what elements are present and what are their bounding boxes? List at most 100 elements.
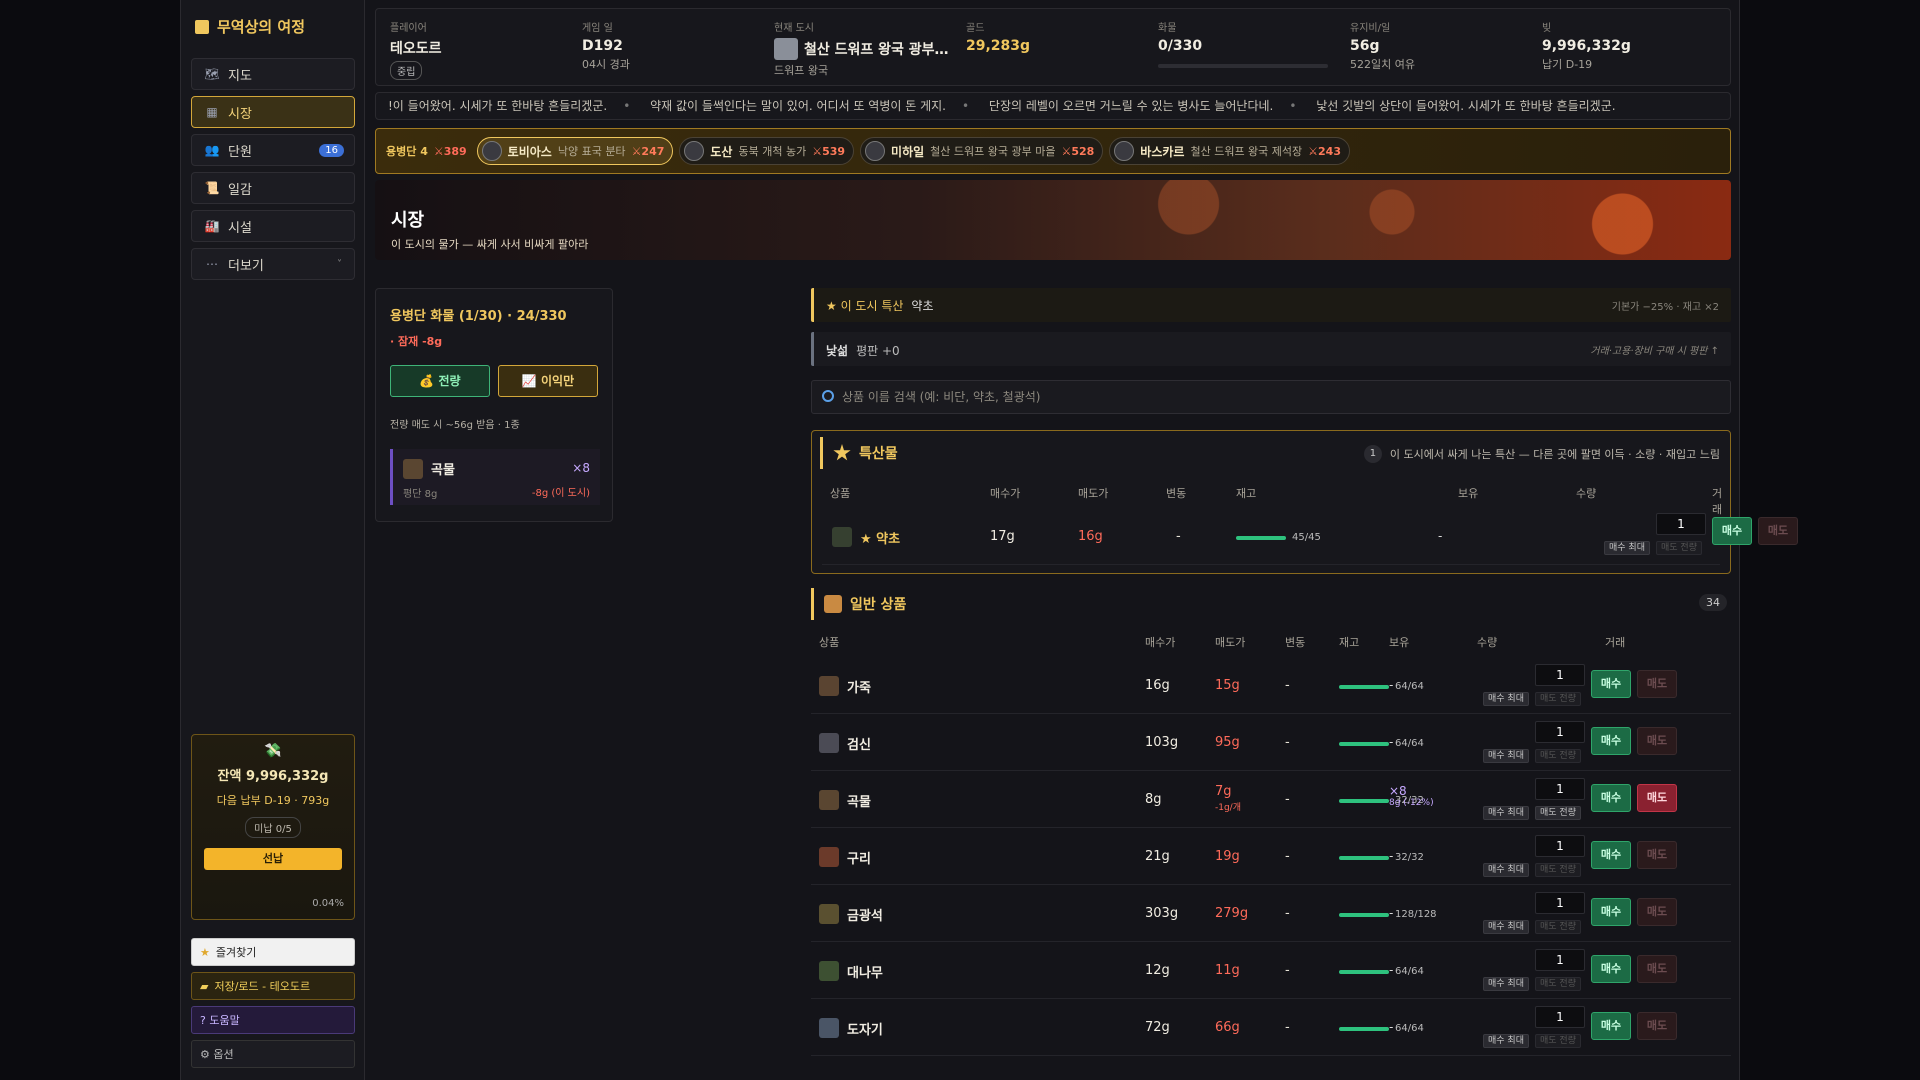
sell-button[interactable]: 매도 [1637, 727, 1677, 755]
quantity-input[interactable]: 1 [1535, 949, 1585, 971]
general-section-title: 일반 상품 [811, 588, 906, 620]
debt-balance: 잔액 9,996,332g [217, 769, 329, 784]
buy-button[interactable]: 매수 [1591, 727, 1631, 755]
quantity-input[interactable]: 1 [1535, 721, 1585, 743]
quantity-input[interactable]: 1 [1535, 835, 1585, 857]
quantity-input[interactable]: 1 [1656, 513, 1706, 535]
repaid-percent: 0.04% [312, 898, 344, 909]
mercenary-chip[interactable]: 미하일 철산 드워프 왕국 광부 마을 ⚔528 [860, 137, 1104, 165]
sell-all-button[interactable]: 매도 전량 [1535, 863, 1581, 877]
castle-icon [195, 19, 209, 34]
cargo-item-avg: 평단 8g [403, 489, 438, 500]
sell-all-button[interactable]: 매도 전량 [1535, 806, 1581, 820]
sidebar-item-more[interactable]: ⋯ 더보기 ˅ [191, 248, 355, 280]
sidebar-item-jobs[interactable]: 📜 일감 [191, 172, 355, 204]
buy-button[interactable]: 매수 [1591, 784, 1631, 812]
holding: - [1389, 678, 1394, 692]
col-change: 변동 [1285, 636, 1306, 649]
sell-button[interactable]: 매도 [1637, 841, 1677, 869]
debt-label: 빚 [1542, 23, 1552, 34]
sell-all-button[interactable]: 매도 전량 [1535, 977, 1581, 991]
options-button[interactable]: ⚙ 옵션 [191, 1040, 355, 1068]
stock-value: 64/64 [1395, 966, 1424, 977]
sell-button[interactable]: 매도 [1758, 517, 1798, 545]
specialty-item: 약초 [911, 299, 934, 313]
buy-max-button[interactable]: 매수 최대 [1483, 863, 1529, 877]
sidebar-item-crew[interactable]: 👥 단원 16 [191, 134, 355, 166]
sidebar-item-map[interactable]: 🗺 지도 [191, 58, 355, 90]
buy-button[interactable]: 매수 [1712, 517, 1752, 545]
buy-max-button[interactable]: 매수 최대 [1483, 977, 1529, 991]
ticker-message: 낯선 깃발의 상단이 들어왔어. 시세가 또 한바탕 흔들리겠군. [1316, 99, 1616, 113]
buy-button[interactable]: 매수 [1591, 841, 1631, 869]
mercenary-power: ⚔389 [433, 145, 467, 158]
portrait-icon [481, 141, 502, 161]
potential-loss: · 잠재 -8g [390, 335, 443, 348]
help-button[interactable]: ? 도움말 [191, 1006, 355, 1034]
buy-button[interactable]: 매수 [1591, 955, 1631, 983]
ticker-message: !이 들어왔어. 시세가 또 한바탕 흔들리겠군. [388, 99, 608, 113]
general-count: 34 [1699, 594, 1727, 611]
buy-max-button[interactable]: 매수 최대 [1483, 749, 1529, 763]
sell-all-button[interactable]: 매도 전량 [1535, 1034, 1581, 1048]
buy-button[interactable]: 매수 [1591, 1012, 1631, 1040]
buy-max-button[interactable]: 매수 최대 [1483, 692, 1529, 706]
table-row: 금광석 303g 279g - 128/128 - 1 매수 최대 매도 전량 … [811, 886, 1731, 942]
save-load-button[interactable]: ▰ 저장/로드 - 테오도르 [191, 972, 355, 1000]
gold-stat: 골드 29,283g [966, 19, 1030, 54]
cargo-item[interactable]: 곡물 ×8 평단 8g -8g (이 도시) [390, 449, 600, 505]
gold-ore-icon [819, 904, 839, 924]
stock-bar [1339, 684, 1389, 689]
mercenary-chip[interactable]: 바스카르 철산 드워프 왕국 제석장 ⚔243 [1109, 137, 1350, 165]
mercenary-chip[interactable]: 토비아스 낙양 표국 분타 ⚔247 [476, 137, 674, 165]
col-hold: 보유 [1389, 636, 1410, 649]
stock-indicator: 64/64 [1339, 1023, 1424, 1034]
table-row: 도자기 72g 66g - 64/64 - 1 매수 최대 매도 전량 매수 매도 [811, 1000, 1731, 1056]
buy-button[interactable]: 매수 [1591, 670, 1631, 698]
table-row: 구리 21g 19g - 32/32 - 1 매수 최대 매도 전량 매수 매도 [811, 829, 1731, 885]
day-label: 게임 일 [582, 23, 613, 34]
sidebar-item-market[interactable]: ▦ 시장 [191, 96, 355, 128]
sell-button[interactable]: 매도 [1637, 955, 1677, 983]
quantity-input[interactable]: 1 [1535, 1006, 1585, 1028]
bag-icon: 💰 [419, 374, 439, 388]
sell-button[interactable]: 매도 [1637, 670, 1677, 698]
sell-all-button[interactable]: 매도 전량 [1656, 541, 1702, 555]
sell-all-button[interactable]: 매도 전량 [1535, 749, 1581, 763]
mercenary-origin: 철산 드워프 왕국 제석장 [1190, 145, 1303, 158]
mercenary-power: ⚔243 [1308, 144, 1341, 158]
buy-button[interactable]: 매수 [1591, 898, 1631, 926]
price-change: - [1285, 963, 1290, 978]
buy-price: 303g [1145, 906, 1179, 921]
buy-max-button[interactable]: 매수 최대 [1483, 920, 1529, 934]
mercenary-chip[interactable]: 도산 동북 개척 농가 ⚔539 [679, 137, 855, 165]
sidebar-item-facilities[interactable]: 🏭 시설 [191, 210, 355, 242]
sell-all-button[interactable]: 매도 전량 [1535, 920, 1581, 934]
sell-button[interactable]: 매도 [1637, 784, 1677, 812]
stock-value: 64/64 [1395, 738, 1424, 749]
product-search-input[interactable]: 상품 이름 검색 (예: 비단, 약초, 철광석) [811, 380, 1731, 414]
portrait-icon [865, 141, 886, 161]
star-icon [833, 444, 851, 461]
quantity-input[interactable]: 1 [1535, 664, 1585, 686]
holding: - [1389, 849, 1394, 863]
buy-max-button[interactable]: 매수 최대 [1604, 541, 1650, 555]
sell-all-button[interactable]: 💰 전량 [390, 365, 490, 397]
more-icon: ⋯ [206, 257, 218, 271]
sell-all-button[interactable]: 매도 전량 [1535, 692, 1581, 706]
quantity-input[interactable]: 1 [1535, 778, 1585, 800]
col-trade: 거래 [1605, 636, 1626, 649]
mercenary-name: 도산 [710, 144, 733, 159]
sell-button[interactable]: 매도 [1637, 1012, 1677, 1040]
quantity-input[interactable]: 1 [1535, 892, 1585, 914]
money-icon: 💸 [264, 743, 282, 759]
favorites-button[interactable]: ★ 즐겨찾기 [191, 938, 355, 966]
sell-profit-button[interactable]: 📈 이익만 [498, 365, 598, 397]
sell-price-cell: 7g -1g/개 [1215, 784, 1241, 813]
buy-max-button[interactable]: 매수 최대 [1483, 806, 1529, 820]
price-change: - [1285, 906, 1290, 921]
sell-button[interactable]: 매도 [1637, 898, 1677, 926]
buy-max-button[interactable]: 매수 최대 [1483, 1034, 1529, 1048]
prepay-button[interactable]: 선납 [204, 848, 342, 870]
holding: - [1389, 906, 1394, 920]
